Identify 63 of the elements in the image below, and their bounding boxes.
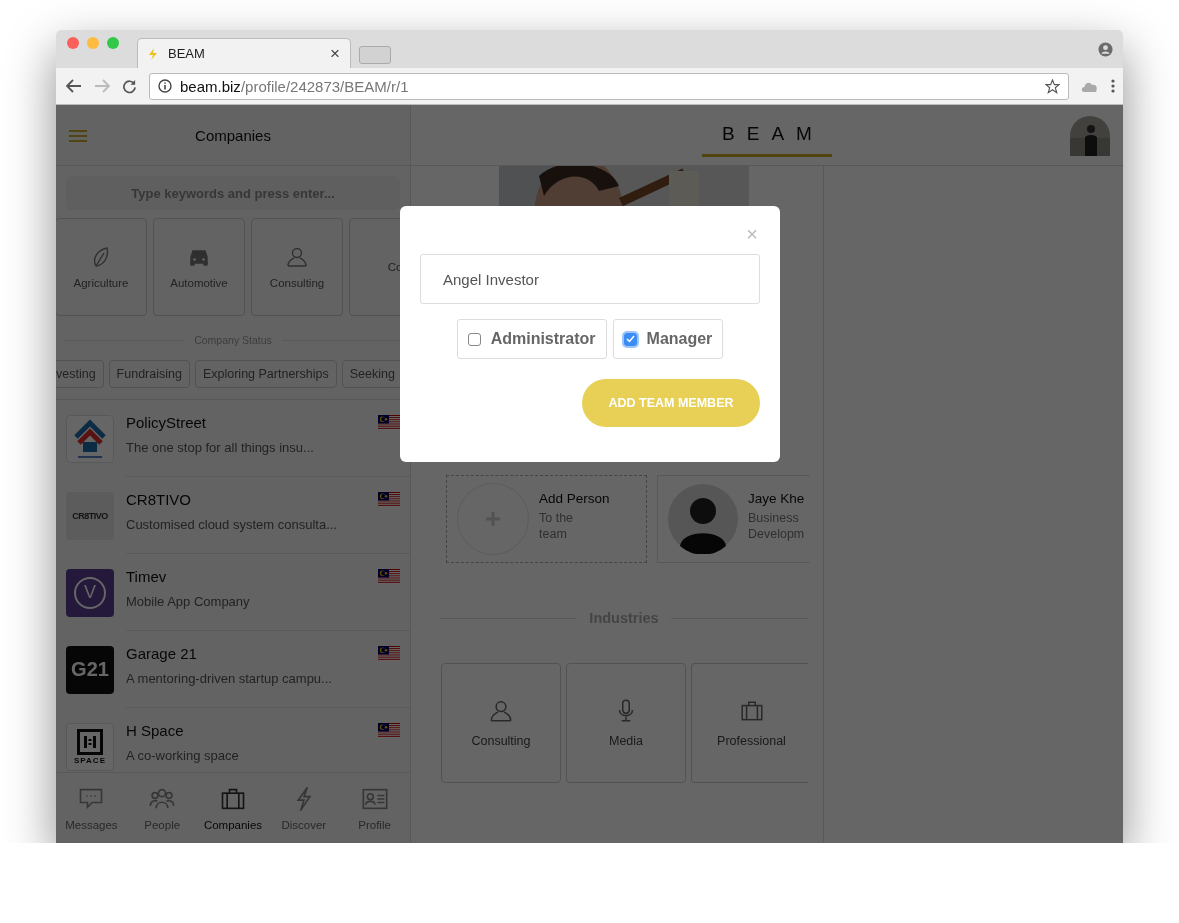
tab-close-button[interactable]: ×: [330, 45, 340, 62]
company-name: Garage 21: [126, 645, 198, 662]
role-field[interactable]: Angel Investor: [420, 254, 760, 304]
back-icon[interactable]: [66, 79, 82, 93]
status-chip[interactable]: vesting: [56, 360, 104, 388]
frame-logo: SPACE: [66, 722, 114, 771]
browser-tab[interactable]: BEAM ×: [137, 38, 351, 68]
close-button[interactable]: ×: [746, 226, 758, 242]
lightning-icon: [148, 47, 158, 60]
flag-icon: [378, 569, 400, 584]
industry-card[interactable]: Media: [566, 663, 686, 783]
block-logo: G21: [66, 645, 114, 694]
category-card[interactable]: Agriculture: [56, 218, 147, 316]
flag-icon: [378, 723, 400, 738]
company-row[interactable]: V Timev Mobile App Company: [56, 554, 410, 631]
role-option[interactable]: Administrator: [456, 319, 607, 359]
company-name: H Space: [126, 722, 185, 739]
card-title: Add Person: [539, 491, 610, 506]
company-description: A mentoring-driven startup campu...: [126, 671, 333, 686]
company-row[interactable]: G21 Garage 21 A mentoring-driven startup campu...: [56, 631, 410, 708]
close-window-button[interactable]: [67, 37, 79, 49]
company-name: Timev: [126, 568, 168, 585]
company-description: Customised cloud system consulta...: [126, 517, 338, 532]
company-description: Mobile App Company: [126, 594, 251, 609]
checkbox[interactable]: [623, 332, 637, 346]
address-bar[interactable]: beam.biz/profile/242873/BEAM/r/1: [149, 72, 1069, 100]
nav-tab[interactable]: Companies: [197, 773, 269, 843]
avatar: [668, 484, 738, 554]
person-icon: [488, 698, 514, 724]
status-chip[interactable]: Exploring Partnerships: [194, 360, 337, 388]
nav-tab[interactable]: People: [126, 773, 198, 843]
nav-tab[interactable]: Discover: [268, 773, 340, 843]
info-icon: [158, 79, 172, 93]
category-card[interactable]: Automotive: [153, 218, 245, 316]
industry-card[interactable]: Professional: [691, 663, 808, 783]
role-option[interactable]: Manager: [612, 319, 724, 359]
company-description: The one stop for all things insu...: [126, 440, 315, 455]
person-icon: [285, 245, 309, 269]
avatar[interactable]: [1070, 116, 1110, 156]
forward-icon[interactable]: [94, 79, 110, 93]
star-icon[interactable]: [1045, 78, 1060, 94]
checkbox[interactable]: [467, 332, 481, 346]
nav-tab[interactable]: Messages: [56, 773, 127, 843]
wordmark-logo: CR8TIVO: [66, 491, 114, 540]
member-name: Jaye Khe: [748, 491, 806, 506]
menu-icon[interactable]: [1111, 79, 1115, 93]
company-row[interactable]: CR8TIVO CR8TIVO Customised cloud system consulta...: [56, 477, 410, 554]
nav-tab[interactable]: Profile: [339, 773, 410, 843]
status-chip[interactable]: Fundraising: [108, 360, 190, 388]
category-card[interactable]: Consulting: [251, 218, 343, 316]
company-name: CR8TIVO: [126, 491, 192, 508]
brand-logo[interactable]: BEAM: [702, 123, 832, 157]
sidebar-title: Companies: [195, 126, 271, 144]
flag-icon: [378, 492, 400, 507]
account-icon[interactable]: [1098, 42, 1113, 57]
industry-card[interactable]: Consulting: [441, 663, 561, 783]
house-logo: [66, 414, 114, 463]
flag-icon: [378, 646, 400, 661]
add-team-member-button[interactable]: ADD TEAM MEMBER: [582, 379, 760, 427]
company-name: PolicyStreet: [126, 414, 208, 431]
circle-logo: V: [66, 568, 114, 617]
company-description: A co-working space: [126, 748, 240, 763]
reload-icon[interactable]: [122, 78, 137, 94]
